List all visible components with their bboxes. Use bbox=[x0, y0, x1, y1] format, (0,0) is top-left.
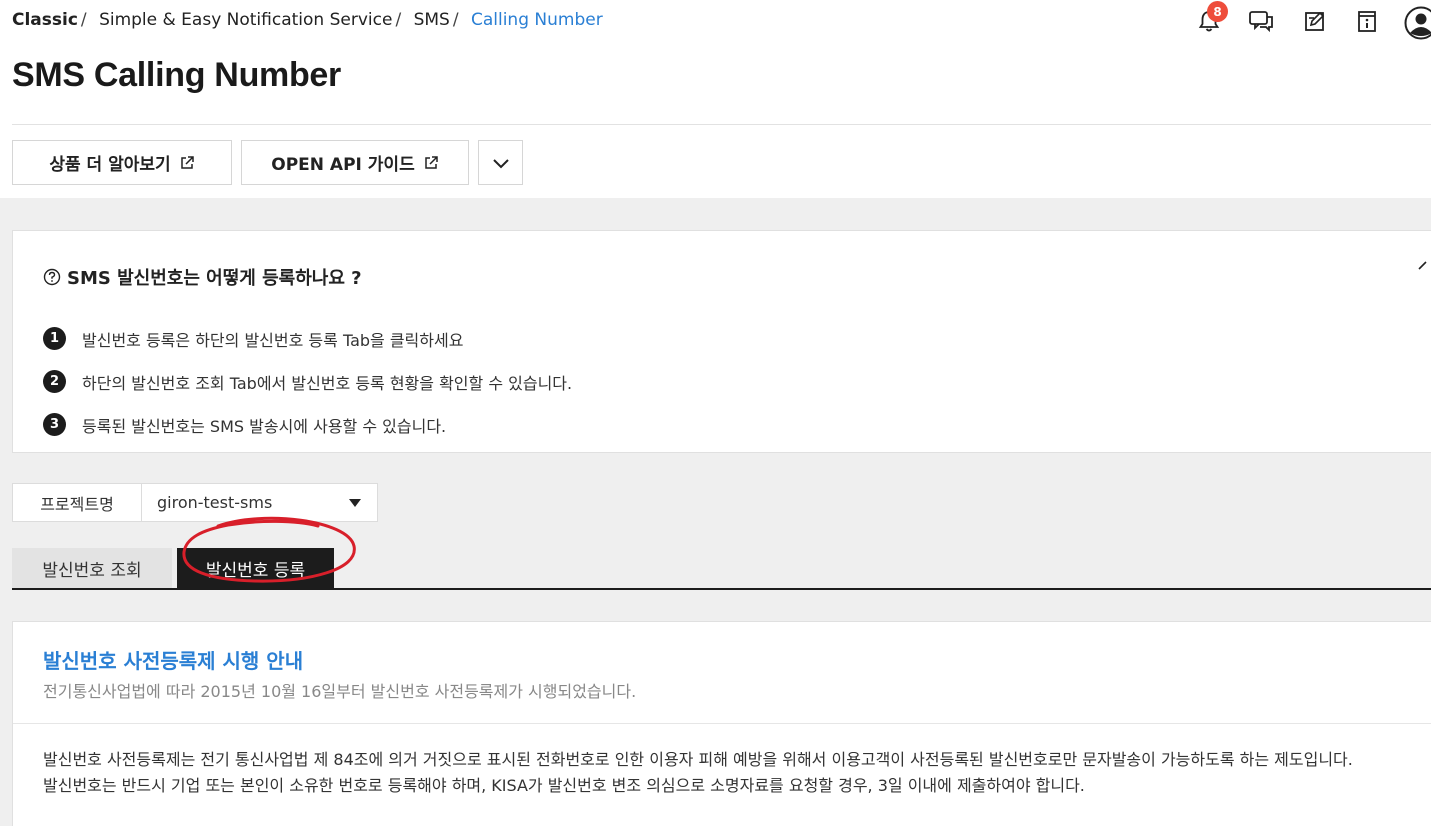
info-book-icon[interactable] bbox=[1352, 6, 1382, 36]
learn-more-label: 상품 더 알아보기 bbox=[49, 155, 171, 175]
step-text: 등록된 발신번호는 SMS 발송시에 사용할 수 있습니다. bbox=[82, 416, 447, 436]
help-steps: 1 발신번호 등록은 하단의 발신번호 등록 Tab을 클릭하세요 2 하단의 … bbox=[43, 317, 572, 446]
step-number: 2 bbox=[43, 370, 66, 393]
user-avatar-icon[interactable] bbox=[1404, 6, 1431, 40]
notice-subtitle: 전기통신사업법에 따라 2015년 10월 16일부터 발신번호 사전등록제가 … bbox=[43, 682, 637, 701]
collapse-chevron-icon[interactable] bbox=[1417, 259, 1431, 273]
breadcrumb: Classic / Simple & Easy Notification Serv… bbox=[12, 10, 603, 30]
step-number: 1 bbox=[43, 327, 66, 350]
chevron-down-icon bbox=[492, 158, 509, 168]
help-card: SMS 발신번호는 어떻게 등록하나요 ? 1 발신번호 등록은 하단의 발신번… bbox=[12, 230, 1431, 453]
notification-badge: 8 bbox=[1207, 1, 1228, 22]
tab-calling-number-inquiry[interactable]: 발신번호 조회 bbox=[12, 548, 172, 588]
question-circle-icon bbox=[43, 268, 61, 286]
breadcrumb-root[interactable]: Classic bbox=[12, 10, 78, 30]
breadcrumb-item-service[interactable]: Simple & Easy Notification Service bbox=[99, 10, 392, 30]
step-text: 발신번호 등록은 하단의 발신번호 등록 Tab을 클릭하세요 bbox=[82, 330, 464, 350]
learn-more-button[interactable]: 상품 더 알아보기 bbox=[12, 140, 232, 185]
tab-underline bbox=[12, 588, 1431, 590]
project-select[interactable]: giron-test-sms bbox=[141, 483, 378, 522]
help-step: 1 발신번호 등록은 하단의 발신번호 등록 Tab을 클릭하세요 bbox=[43, 317, 572, 360]
breadcrumb-current: Calling Number bbox=[470, 10, 603, 30]
api-guide-label: OPEN API 가이드 bbox=[271, 155, 415, 175]
bell-icon[interactable]: 8 bbox=[1194, 1, 1228, 36]
edit-note-icon[interactable] bbox=[1300, 6, 1330, 36]
tab-calling-number-register[interactable]: 발신번호 등록 bbox=[177, 548, 334, 588]
breadcrumb-item-sms[interactable]: SMS bbox=[414, 10, 450, 30]
help-title-text: SMS 발신번호는 어떻게 등록하나요 ? bbox=[67, 268, 362, 289]
project-label: 프로젝트명 bbox=[12, 483, 141, 522]
caret-down-icon bbox=[349, 499, 361, 507]
project-select-value: giron-test-sms bbox=[157, 493, 273, 512]
notice-body: 발신번호 사전등록제는 전기 통신사업법 제 84조에 의거 거짓으로 표시된 … bbox=[43, 747, 1423, 799]
help-step: 2 하단의 발신번호 조회 Tab에서 발신번호 등록 현황을 확인할 수 있습… bbox=[43, 360, 572, 403]
more-dropdown-button[interactable] bbox=[478, 140, 523, 185]
external-link-icon bbox=[180, 155, 194, 169]
notice-divider bbox=[13, 723, 1431, 724]
project-selector-row: 프로젝트명 giron-test-sms bbox=[12, 483, 378, 522]
page-header: Classic / Simple & Easy Notification Serv… bbox=[0, 0, 1431, 198]
chat-icon[interactable] bbox=[1246, 6, 1276, 36]
external-link-icon bbox=[424, 155, 438, 169]
notice-paragraph: 발신번호 사전등록제는 전기 통신사업법 제 84조에 의거 거짓으로 표시된 … bbox=[43, 750, 1353, 769]
help-step: 3 등록된 발신번호는 SMS 발송시에 사용할 수 있습니다. bbox=[43, 403, 572, 446]
title-divider bbox=[12, 124, 1431, 125]
step-number: 3 bbox=[43, 413, 66, 436]
top-icon-bar: 8 bbox=[1191, 1, 1431, 40]
page-title: SMS Calling Number bbox=[12, 56, 341, 94]
step-text: 하단의 발신번호 조회 Tab에서 발신번호 등록 현황을 확인할 수 있습니다… bbox=[82, 373, 573, 393]
notice-title: 발신번호 사전등록제 시행 안내 bbox=[43, 649, 304, 673]
api-guide-button[interactable]: OPEN API 가이드 bbox=[241, 140, 469, 185]
help-title: SMS 발신번호는 어떻게 등록하나요 ? bbox=[43, 264, 362, 290]
notice-paragraph: 발신번호는 반드시 기업 또는 본인이 소유한 번호로 등록해야 하며, KIS… bbox=[43, 776, 1085, 795]
notice-card: 발신번호 사전등록제 시행 안내 전기통신사업법에 따라 2015년 10월 1… bbox=[12, 621, 1431, 826]
